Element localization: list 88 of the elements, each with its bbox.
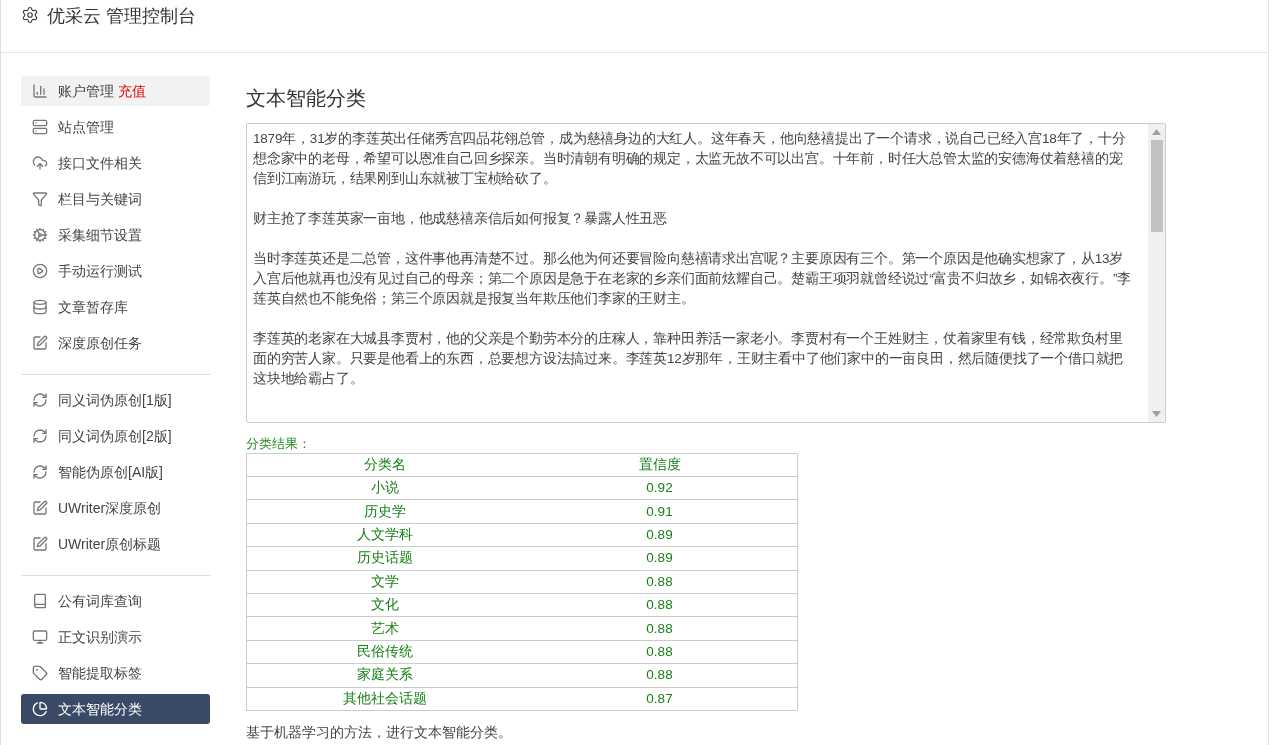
table-cell: 艺术 [246,616,522,641]
sidebar-item[interactable]: 公有词库查询 [21,586,210,616]
app-title: 优采云 管理控制台 [47,5,196,28]
sidebar-item[interactable]: 采集细节设置 [21,220,210,250]
table-cell: 民俗传统 [246,640,522,664]
recharge-link[interactable]: 充值 [118,80,146,102]
refresh-icon [32,464,48,480]
column-header: 置信度 [522,453,798,477]
description-text: 基于机器学习的方法，进行文本智能分类。 [246,723,513,742]
paragraph: 财主抢了李莲英家一亩地，他成慈禧亲信后如何报复？暴露人性丑恶 [253,210,668,228]
sidebar-label: 栏目与关键词 [58,189,142,209]
text-input-area[interactable] [246,123,1166,423]
book-icon [32,593,48,609]
sidebar-item[interactable]: 智能提取标签 [21,658,210,688]
sidebar-label: 深度原创任务 [58,333,142,353]
monitor-icon [32,629,48,645]
table-cell: 0.91 [522,499,798,524]
table-cell: 家庭关系 [246,663,522,687]
sidebar-item[interactable]: 文本智能分类 [21,694,210,724]
sidebar-item[interactable]: 接口文件相关 [21,148,210,178]
tag-icon [32,665,48,681]
edit-icon [32,335,48,351]
sidebar-label: 文章暂存库 [58,297,128,317]
sidebar-label: 智能提取标签 [58,663,142,683]
sidebar-item[interactable]: 栏目与关键词 [21,184,210,214]
table-cell: 其他社会话题 [246,687,522,711]
filter-icon [32,191,48,207]
table-cell: 文学 [246,570,522,594]
table-cell: 文化 [246,593,522,617]
play-icon [32,263,48,279]
sidebar-label: 站点管理 [58,117,114,137]
sidebar-label: 正文识别演示 [58,627,142,647]
sidebar-item[interactable]: UWriter深度原创 [21,493,210,523]
scroll-up-icon[interactable] [1152,129,1161,135]
bar-chart-icon [32,83,48,99]
settings-icon[interactable] [21,6,39,24]
sidebar-label: 智能伪原创[AI版] [58,462,163,482]
sidebar-label: 采集细节设置 [58,225,142,245]
sidebar-label: 文本智能分类 [58,699,142,719]
paragraph: 李莲英的老家在大城县李贾村，他的父亲是个勤劳本分的庄稼人，靠种田养活一家老小。李贾村有一个王姓财主，仗着家里有钱，经常欺负村里面的穷苦人家。只要是他看上的东西，总要想方设法搞过来。李莲英12岁那年，王财主看中了他们家中的一亩良田，然后随便找了一个借口就把这块地给霸占了。 [253,330,1125,388]
page-title: 文本智能分类 [246,86,367,111]
sidebar-label: UWriter深度原创 [58,498,162,518]
result-label: 分类结果： [246,435,312,453]
paragraph: 1879年，31岁的李莲英出任储秀宫四品花翎总管，成为慈禧身边的大红人。这年春天，他向慈禧提出了一个请求，说自己已经入宫18年了，十分想念家中的老母，希望可以恩准自己回乡探亲。当时清朝有明确的规定，太监无故不可以出宫。十年前，时任大总管太监的安德海仗着慈禧的宠信到江南游玩，结果刚到山东就被丁宝桢给砍了。 [253,130,1127,188]
sidebar-item[interactable]: 文章暂存库 [21,292,210,322]
table-cell: 历史学 [246,499,522,524]
table-cell: 0.88 [522,616,798,641]
edit-icon [32,536,48,552]
table-cell: 0.88 [522,640,798,664]
sidebar-label: 账户管理 [58,81,114,101]
table-cell: 0.88 [522,663,798,687]
sidebar-item[interactable]: 同义词伪原创[1版] [21,385,210,415]
refresh-icon [32,392,48,408]
database-icon [32,299,48,315]
paragraph: 当时李莲英还是二总管，这件事他再清楚不过。那么他为何还要冒险向慈禧请求出宫呢？主要原因有三个。第一个原因是他确实想家了，从13岁入宫后他就再也没有见过自己的母亲；第二个原因是急于在老家的乡亲们面前炫耀自己。楚霸王项羽就曾经说过“富贵不归故乡，如锦衣夜行。”李莲英自然也不能免俗；第三个原因就是报复当年欺压他们李家的王财主。 [253,250,1132,308]
table-cell: 0.87 [522,687,798,711]
sidebar-item[interactable]: 正文识别演示 [21,622,210,652]
server-icon [32,119,48,135]
table-cell: 0.92 [522,476,798,500]
sidebar-item[interactable]: 同义词伪原创[2版] [21,421,210,451]
sidebar-item[interactable]: 账户管理 充值 [21,76,210,106]
scroll-down-icon[interactable] [1152,411,1161,417]
edit-icon [32,500,48,516]
sidebar-label: 接口文件相关 [58,153,142,173]
table-cell: 小说 [246,476,522,500]
sidebar-label: 同义词伪原创[1版] [58,390,172,410]
pie-chart-icon [32,701,48,717]
sidebar-item[interactable]: UWriter原创标题 [21,529,210,559]
column-header: 分类名 [246,453,522,477]
sidebar-item[interactable]: 站点管理 [21,112,210,142]
table-cell: 0.88 [522,570,798,594]
gears-icon [32,227,48,243]
scrollbar[interactable] [1148,124,1165,422]
sidebar-label: 同义词伪原创[2版] [58,426,172,446]
sidebar-label: UWriter原创标题 [58,534,162,554]
table-cell: 人文学科 [246,523,522,547]
table-cell: 0.88 [522,593,798,617]
refresh-icon [32,428,48,444]
table-cell: 0.89 [522,546,798,571]
sidebar-item[interactable]: 智能伪原创[AI版] [21,457,210,487]
sidebar-label: 手动运行测试 [58,261,142,281]
sidebar-label: 公有词库查询 [58,591,142,611]
sidebar-item[interactable]: 手动运行测试 [21,256,210,286]
table-cell: 历史话题 [246,546,522,571]
table-cell: 0.89 [522,523,798,547]
cloud-upload-icon [32,155,48,171]
scrollbar-thumb[interactable] [1150,140,1163,232]
sidebar-item[interactable]: 深度原创任务 [21,328,210,358]
